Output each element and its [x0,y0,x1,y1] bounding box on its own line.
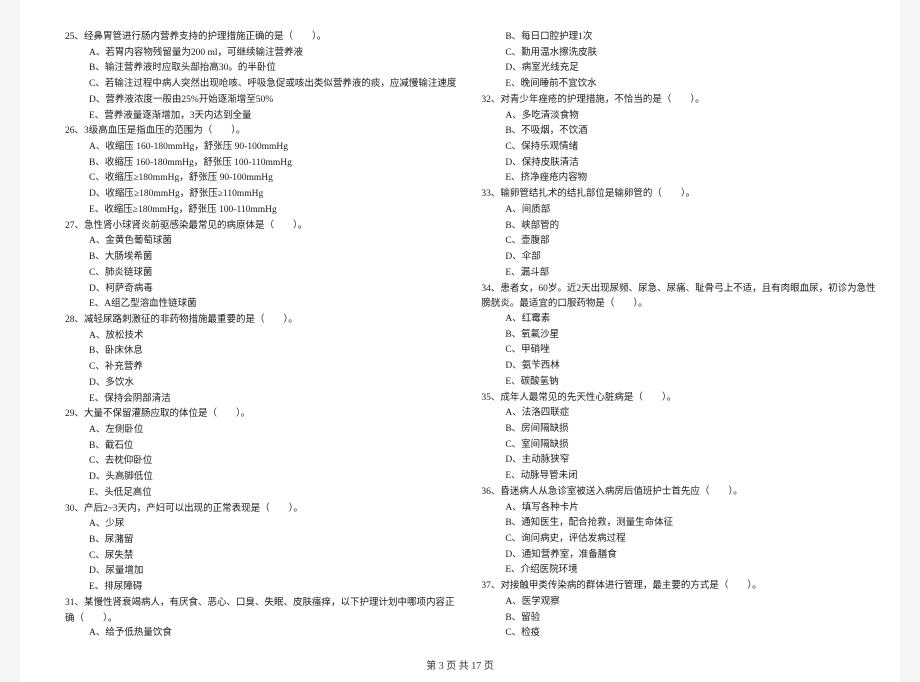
question-option: B、每日口腔护理1次 [481,30,875,45]
question-stem: 31、某慢性肾衰竭病人，有厌食、恶心、口臭、失眠、皮肤瘙痒，以下护理计划中哪项内… [65,596,456,611]
question-option: D、保持皮肤清洁 [481,156,875,171]
question-option: B、收缩压 160-180mmHg，舒张压 100-110mmHg [65,156,456,171]
question-option: B、截石位 [65,439,456,454]
question-option: E、晚间睡前不宜饮水 [481,77,875,92]
question-stem: 28、减轻尿路刺激征的非药物措施最重要的是（ ）。 [65,313,456,328]
question-stem: 25、经鼻胃管进行肠内营养支持的护理措施正确的是（ ）。 [65,30,456,45]
question-option: C、检疫 [481,626,875,641]
question-option: D、柯萨奇病毒 [65,282,456,297]
question-option: E、收缩压≥180mmHg，舒张压 100-110mmHg [65,203,456,218]
question-option: A、多吃清淡食物 [481,109,875,124]
question-option: C、去枕仰卧位 [65,454,456,469]
question-option: E、保持会阴部清洁 [65,392,456,407]
question-option: D、头高脚低位 [65,470,456,485]
question-stem: 32、对青少年痤疮的护理措施，不恰当的是（ ）。 [481,93,875,108]
question-stem: 36、昏迷病人从急诊室被送入病房后值班护士首先应（ ）。 [481,485,875,500]
question-option: D、尿量增加 [65,564,456,579]
question-option: C、补充营养 [65,360,456,375]
question-option: A、填写各种卡片 [481,501,875,516]
right-column: B、每日口腔护理1次C、勤用温水擦洗皮肤D、病室光线充足E、晚间睡前不宜饮水32… [481,30,875,642]
question-option: C、收缩压≥180mmHg，舒张压 90-100mmHg [65,171,456,186]
question-option: E、排尿障碍 [65,580,456,595]
question-option: E、碳酸氢钠 [481,375,875,390]
question-option: A、少尿 [65,517,456,532]
question-stem: 26、3级高血压是指血压的范围为（ ）。 [65,124,456,139]
left-column: 25、经鼻胃管进行肠内营养支持的护理措施正确的是（ ）。A、若胃内容物残留量为2… [65,30,456,642]
question-option: C、肺炎链球菌 [65,266,456,281]
question-stem: 33、输卵管结扎术的结扎部位是输卵管的（ ）。 [481,187,875,202]
question-option: D、病室光线充足 [481,61,875,76]
question-option: B、尿潴留 [65,533,456,548]
question-option: D、通知营养室，准备膳食 [481,548,875,563]
question-option: E、动脉导管未闭 [481,469,875,484]
document-page: 25、经鼻胃管进行肠内营养支持的护理措施正确的是（ ）。A、若胃内容物残留量为2… [20,0,900,682]
question-option: C、室间隔缺损 [481,438,875,453]
question-option: B、留验 [481,611,875,626]
question-option: A、若胃内容物残留量为200 ml，可继续输注营养液 [65,46,456,61]
question-option: E、介绍医院环境 [481,563,875,578]
question-stem: 34、患者女，60岁。近2天出现尿频、尿急、尿痛、耻骨弓上不适，且有肉眼血尿，初… [481,282,875,297]
question-option: C、询问病史，评估发病过程 [481,532,875,547]
question-stem: 29、大量不保留灌肠应取的体位是（ ）。 [65,407,456,422]
question-option: A、间质部 [481,203,875,218]
question-option: D、多饮水 [65,376,456,391]
question-option: C、甲硝唑 [481,343,875,358]
question-option: B、卧床休息 [65,344,456,359]
question-stem: 37、对接触甲类传染病的群体进行管理，最主要的方式是（ ）。 [481,579,875,594]
question-option: A、左侧卧位 [65,423,456,438]
question-option: A、金黄色葡萄球菌 [65,234,456,249]
question-option: C、保持乐观情绪 [481,140,875,155]
question-option: E、漏斗部 [481,266,875,281]
question-option: B、输注营养液时应取头部抬高30。的半卧位 [65,61,456,76]
question-option: E、A组乙型溶血性链球菌 [65,297,456,312]
question-option: B、不吸烟，不饮酒 [481,124,875,139]
two-column-layout: 25、经鼻胃管进行肠内营养支持的护理措施正确的是（ ）。A、若胃内容物残留量为2… [65,30,855,642]
question-option: A、红霉素 [481,312,875,327]
question-option: D、伞部 [481,250,875,265]
question-option: A、给予低热量饮食 [65,626,456,641]
question-option: B、房间隔缺损 [481,422,875,437]
question-option: D、氨苄西林 [481,359,875,374]
question-stem-continued: 膀胱炎。最适宜的口服药物是（ ）。 [481,297,875,312]
page-footer: 第 3 页 共 17 页 [20,657,900,672]
question-option: B、氧氟沙星 [481,328,875,343]
question-option: B、大肠埃希菌 [65,250,456,265]
question-option: A、放松技术 [65,329,456,344]
question-option: D、收缩压≥180mmHg，舒张压≥110mmHg [65,187,456,202]
question-option: E、挤净痤疮内容物 [481,171,875,186]
question-stem: 35、成年人最常见的先天性心脏病是（ ）。 [481,391,875,406]
question-option: D、主动脉狭窄 [481,453,875,468]
question-option: A、医学观察 [481,595,875,610]
question-option: D、营养液浓度一般由25%开始逐渐增至50% [65,93,456,108]
question-option: C、勤用温水擦洗皮肤 [481,46,875,61]
question-option: C、壶腹部 [481,234,875,249]
question-option: C、若输注过程中病人突然出现呛咳、呼吸急促或咳出类似营养液的痰，应减慢输注速度 [65,77,456,92]
question-option: A、收缩压 160-180mmHg，舒张压 90-100mmHg [65,140,456,155]
question-option: B、通知医生，配合抢救，测量生命体征 [481,516,875,531]
question-option: B、峡部管的 [481,219,875,234]
question-option: C、尿失禁 [65,549,456,564]
question-stem-continued: 确（ ）。 [65,612,456,627]
question-option: E、头低足高位 [65,486,456,501]
question-option: E、营养液量逐渐增加，3天内达到全量 [65,109,456,124]
question-stem: 27、急性肾小球肾炎前驱感染最常见的病原体是（ ）。 [65,219,456,234]
question-option: A、法洛四联症 [481,406,875,421]
question-stem: 30、产后2~3天内，产妇可以出现的正常表现是（ ）。 [65,502,456,517]
